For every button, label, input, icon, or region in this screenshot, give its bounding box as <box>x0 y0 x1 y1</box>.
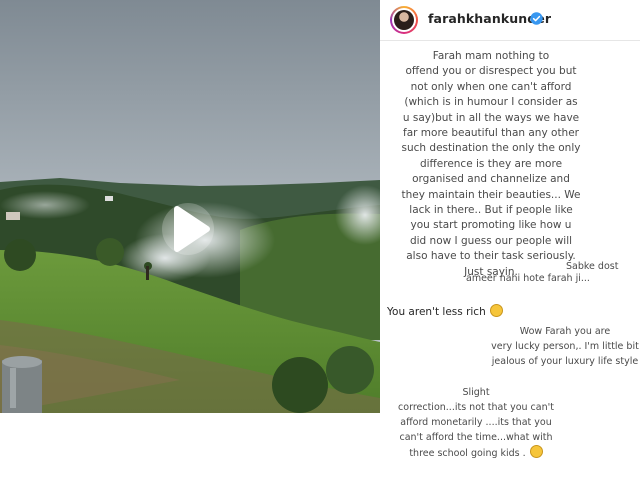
avatar-image <box>394 10 414 30</box>
play-icon <box>162 203 214 255</box>
grinning-sweat-emoji-icon <box>489 304 503 317</box>
play-button[interactable] <box>159 200 217 258</box>
comment-text: ameer nahi hote farah ji... <box>466 273 590 284</box>
comment-text: Wow Farah you are very lucky person,. I'… <box>491 326 639 367</box>
comment-text: You aren't less rich <box>387 306 486 318</box>
video-player[interactable] <box>0 0 380 413</box>
comment-item: Slight correction...its not that you can… <box>396 385 556 461</box>
smiling-emoji-icon <box>529 445 543 458</box>
comment-text: Farah mam nothing to offend you or disre… <box>401 50 581 278</box>
post-sidebar: farahkhankunder Farah mam nothing to off… <box>380 0 640 480</box>
post-header: farahkhankunder <box>380 0 640 40</box>
verified-badge-icon <box>530 12 543 25</box>
comment-item: You aren't less rich <box>387 304 503 320</box>
comment-list: Farah mam nothing to offend you or disre… <box>380 41 640 480</box>
avatar[interactable] <box>390 6 418 34</box>
